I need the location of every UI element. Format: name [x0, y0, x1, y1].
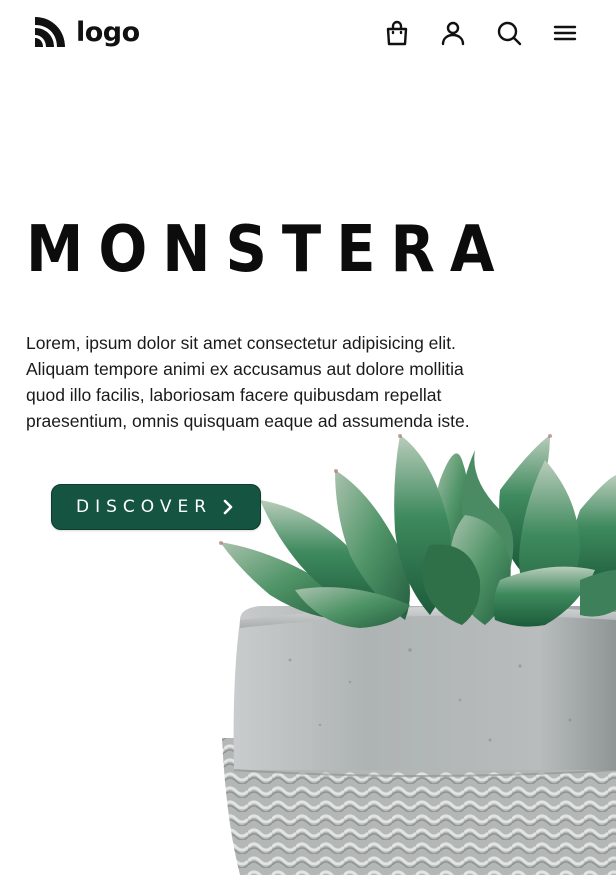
discover-button[interactable]: DISCOVER: [51, 484, 261, 530]
chevron-right-icon: [223, 499, 233, 515]
search-icon[interactable]: [494, 18, 524, 48]
header-icon-nav: [356, 18, 580, 48]
hero-description: Lorem, ipsum dolor sit amet consectetur …: [26, 333, 470, 431]
site-header: logo: [0, 0, 616, 68]
logo-mark-icon: [35, 17, 65, 47]
logo-text: logo: [76, 16, 140, 48]
discover-button-label: DISCOVER: [75, 497, 213, 517]
hero-title: MONSTERA: [26, 213, 510, 287]
page: logo MONSTERA Lorem, ipsum dolor sit ame…: [0, 0, 616, 875]
succulent-pot-image: [200, 420, 616, 875]
logo[interactable]: logo: [32, 14, 140, 50]
user-icon[interactable]: [438, 18, 468, 48]
menu-icon[interactable]: [550, 18, 580, 48]
shopping-bag-icon[interactable]: [382, 18, 412, 48]
